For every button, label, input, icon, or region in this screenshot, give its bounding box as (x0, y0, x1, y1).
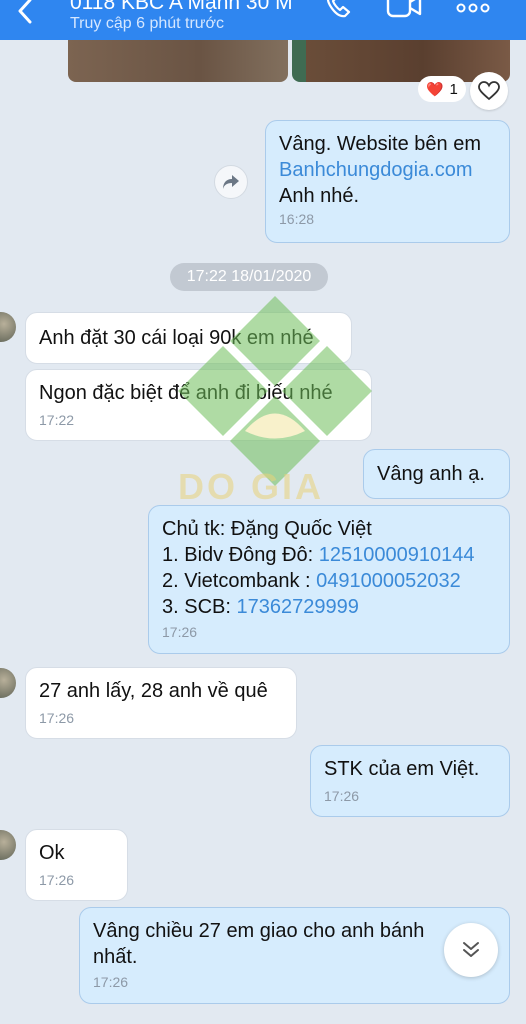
message-time: 17:22 (39, 412, 75, 428)
heart-outline-icon (478, 81, 500, 101)
message-bubble-outgoing[interactable]: STK của em Việt. 17:26 (310, 745, 510, 817)
message-time: 17:26 (39, 872, 75, 888)
account-number-link[interactable]: 17362729999 (236, 596, 358, 618)
message-time: 17:26 (93, 974, 129, 990)
scroll-to-bottom-button[interactable] (444, 923, 498, 977)
account-line: 1. Bidv Đông Đô: 12510000910144 (162, 542, 495, 568)
message-time: 16:28 (279, 211, 315, 227)
message-text: Ok (39, 842, 65, 864)
avatar[interactable] (0, 668, 16, 698)
message-text: nhất. (93, 946, 138, 968)
message-bubble-outgoing[interactable]: Vâng. Website bên em Banhchungdogia.com … (265, 120, 510, 243)
message-text: Vâng. Website bên em (279, 133, 481, 155)
message-text: Vâng anh ạ. (377, 463, 485, 485)
message-text: 27 anh lấy, 28 anh về quê (39, 680, 268, 702)
message-bubble-incoming[interactable]: Ngon đặc biệt để anh đi biếu nhé 17:22 (25, 369, 372, 441)
reaction-count: 1 (449, 80, 458, 98)
message-bubble-incoming[interactable]: Ok 17:26 (25, 829, 128, 901)
bank-label: 1. Bidv Đông Đô: (162, 544, 319, 566)
message-bubble-incoming[interactable]: Anh đặt 30 cái loại 90k em nhé (25, 312, 352, 364)
watermark-text: DO GIA (178, 466, 325, 507)
message-bubble-outgoing[interactable]: Vâng anh ạ. (363, 449, 510, 499)
message-text: Ngon đặc biệt để anh đi biếu nhé (39, 382, 333, 404)
last-seen-status: Truy cập 6 phút trước (70, 15, 224, 32)
message-text: Vâng chiều 27 em giao cho anh bánh (93, 920, 425, 942)
chat-header: 0118 KBC A Mạnh 30 M Truy cập 6 phút trư… (0, 0, 526, 40)
video-call-icon[interactable] (386, 0, 422, 24)
forward-share-icon (223, 175, 239, 189)
bank-label: 3. SCB: (162, 596, 237, 618)
forward-button[interactable] (214, 165, 248, 199)
account-line: 3. SCB: 17362729999 (162, 594, 495, 620)
shared-photo[interactable] (68, 40, 288, 82)
message-time: 17:26 (324, 788, 360, 804)
message-text: Anh đặt 30 cái loại 90k em nhé (39, 327, 314, 349)
message-time: 17:26 (162, 624, 198, 640)
website-link[interactable]: Banhchungdogia.com (279, 157, 495, 183)
reaction-summary[interactable]: ❤️ 1 (418, 76, 466, 102)
account-holder: Chủ tk: Đặng Quốc Việt (162, 518, 372, 540)
heart-reaction-icon: ❤️ (426, 80, 444, 97)
react-button[interactable] (470, 72, 508, 110)
more-icon[interactable] (456, 2, 490, 14)
message-time: 17:26 (39, 710, 75, 726)
scroll-down-icon (463, 942, 479, 957)
message-bubble-outgoing[interactable]: Chủ tk: Đặng Quốc Việt 1. Bidv Đông Đô: … (148, 505, 510, 654)
phone-icon[interactable] (324, 0, 354, 24)
account-line: 2. Vietcombank : 0491000052032 (162, 568, 495, 594)
date-divider: 17:22 18/01/2020 (170, 263, 328, 291)
back-chevron-icon[interactable] (12, 0, 42, 28)
message-text: STK của em Việt. (324, 758, 480, 780)
avatar[interactable] (0, 830, 16, 860)
message-bubble-incoming[interactable]: 27 anh lấy, 28 anh về quê 17:26 (25, 667, 297, 739)
account-number-link[interactable]: 12510000910144 (319, 544, 475, 566)
bank-label: 2. Vietcombank : (162, 570, 317, 592)
avatar[interactable] (0, 312, 16, 342)
message-text: Anh nhé. (279, 185, 360, 207)
chat-title[interactable]: 0118 KBC A Mạnh 30 M (70, 0, 293, 15)
account-number-link[interactable]: 0491000052032 (316, 570, 461, 592)
